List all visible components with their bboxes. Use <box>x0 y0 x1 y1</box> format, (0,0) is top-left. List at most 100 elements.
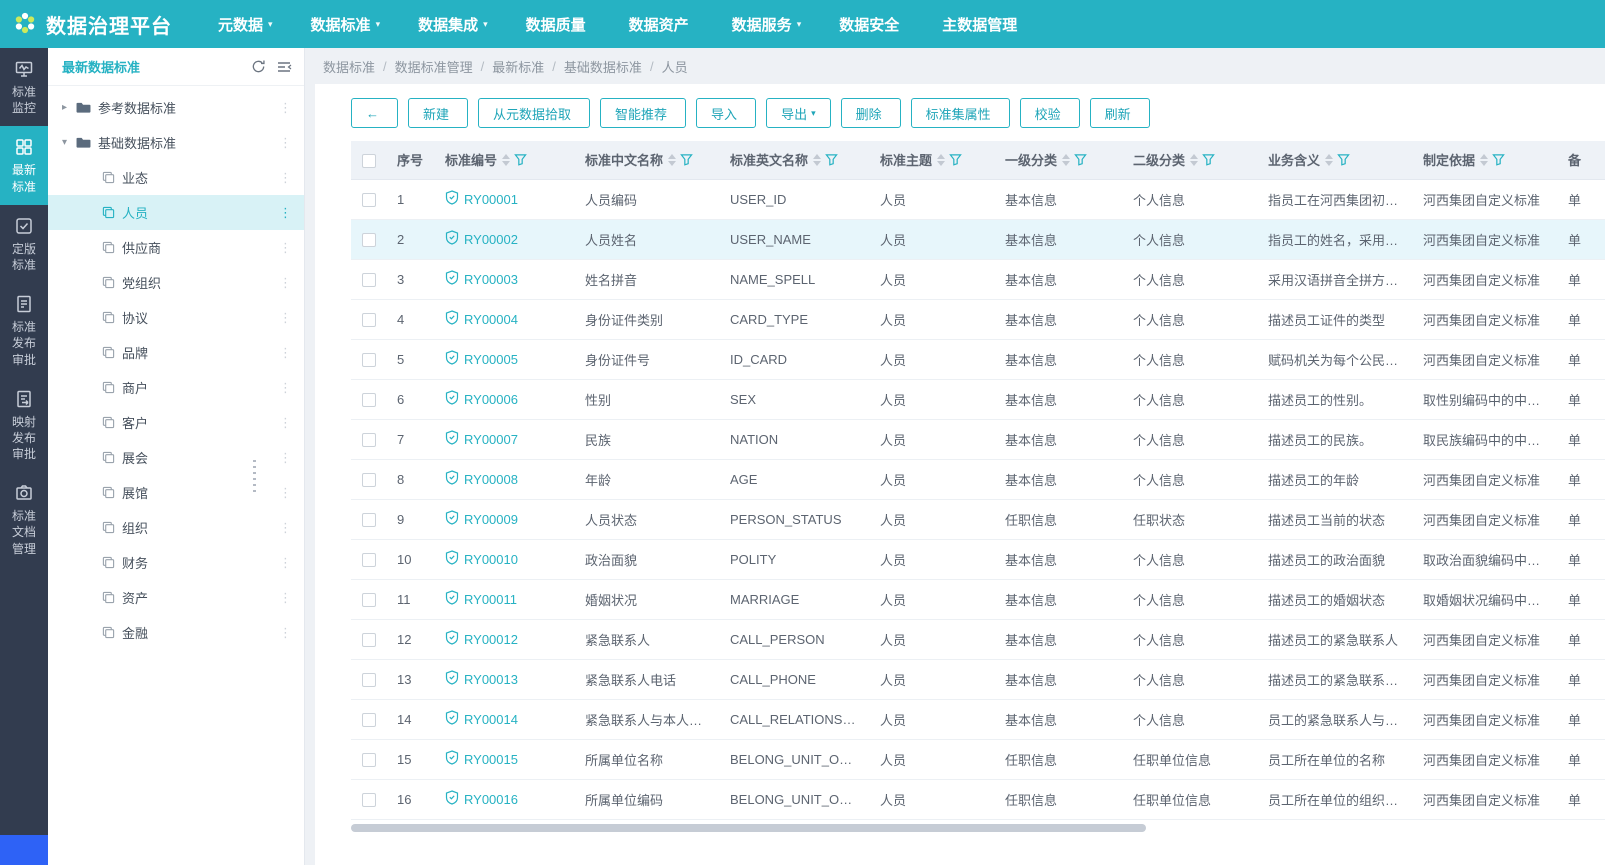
sort-icon[interactable] <box>813 154 821 166</box>
toolbar-button[interactable]: 导入 <box>696 98 756 128</box>
table-row[interactable]: 11 RY00011 <box>351 579 1605 619</box>
select-all-checkbox[interactable] <box>362 154 376 168</box>
row-checkbox[interactable] <box>362 713 376 727</box>
tree-node[interactable]: 财务 ⋮ <box>48 545 304 580</box>
filter-icon[interactable] <box>514 153 527 166</box>
standard-code-link[interactable]: RY00007 <box>464 432 518 447</box>
node-more-icon[interactable]: ⋮ <box>277 275 294 291</box>
tree-node[interactable]: 组织 ⋮ <box>48 510 304 545</box>
nav-menu-item[interactable]: 数据安全 <box>839 14 904 35</box>
rail-item-standard-monitor[interactable]: 标准 监控 <box>0 48 48 126</box>
filter-icon[interactable] <box>825 153 838 166</box>
filter-icon[interactable] <box>1337 153 1350 166</box>
tree-node[interactable]: ▸ 参考数据标准 ⋮ <box>48 90 304 125</box>
row-checkbox[interactable] <box>362 273 376 287</box>
filter-icon[interactable] <box>1492 153 1505 166</box>
breadcrumb-item[interactable]: 数据标准 <box>323 57 375 76</box>
node-more-icon[interactable]: ⋮ <box>277 450 294 466</box>
tree-node[interactable]: 商户 ⋮ <box>48 370 304 405</box>
node-more-icon[interactable]: ⋮ <box>277 310 294 326</box>
table-row[interactable]: 15 RY00015 <box>351 739 1605 779</box>
row-checkbox[interactable] <box>362 513 376 527</box>
horizontal-scrollbar-track[interactable] <box>351 824 1561 832</box>
rail-item-standard-publish-approval[interactable]: 标准 发布 审批 <box>0 283 48 378</box>
row-checkbox[interactable] <box>362 633 376 647</box>
table-row[interactable]: 1 RY00001 <box>351 179 1605 219</box>
nav-menu-item[interactable]: 数据服务 ▾ <box>732 14 802 35</box>
toolbar-button[interactable]: 删除 <box>841 98 901 128</box>
node-more-icon[interactable]: ⋮ <box>277 345 294 361</box>
refresh-icon[interactable] <box>251 59 266 74</box>
toolbar-button[interactable]: 从元数据拾取 <box>478 98 590 128</box>
toolbar-button[interactable]: 标准集属性 <box>911 98 1010 128</box>
sort-icon[interactable] <box>937 154 945 166</box>
node-more-icon[interactable]: ⋮ <box>277 590 294 606</box>
breadcrumb-item[interactable]: 最新标准 <box>492 57 544 76</box>
panel-resize-handle[interactable] <box>250 460 258 494</box>
standard-code-link[interactable]: RY00013 <box>464 672 518 687</box>
filter-icon[interactable] <box>1074 153 1087 166</box>
row-checkbox[interactable] <box>362 793 376 807</box>
node-more-icon[interactable]: ⋮ <box>277 380 294 396</box>
row-checkbox[interactable] <box>362 473 376 487</box>
toolbar-button[interactable]: 刷新 <box>1090 98 1150 128</box>
standard-code-link[interactable]: RY00005 <box>464 352 518 367</box>
row-checkbox[interactable] <box>362 233 376 247</box>
sort-icon[interactable] <box>1062 154 1070 166</box>
node-more-icon[interactable]: ⋮ <box>277 415 294 431</box>
row-checkbox[interactable] <box>362 593 376 607</box>
standard-code-link[interactable]: RY00011 <box>464 592 517 607</box>
toolbar-button[interactable]: 智能推荐 <box>600 98 686 128</box>
table-row[interactable]: 7 RY00007 <box>351 419 1605 459</box>
standard-code-link[interactable]: RY00001 <box>464 192 518 207</box>
table-row[interactable]: 13 RY00013 <box>351 659 1605 699</box>
standard-code-link[interactable]: RY00006 <box>464 392 518 407</box>
tree-caret-icon[interactable]: ▸ <box>62 102 76 113</box>
toolbar-button[interactable]: 导出 ▾ <box>766 98 831 128</box>
nav-menu-item[interactable]: 数据集成 ▾ <box>418 14 488 35</box>
table-row[interactable]: 9 RY00009 <box>351 499 1605 539</box>
node-more-icon[interactable]: ⋮ <box>277 205 294 221</box>
sort-icon[interactable] <box>1190 154 1198 166</box>
node-more-icon[interactable]: ⋮ <box>277 135 294 151</box>
row-checkbox[interactable] <box>362 553 376 567</box>
row-checkbox[interactable] <box>362 313 376 327</box>
table-row[interactable]: 3 RY00003 <box>351 259 1605 299</box>
tree-node[interactable]: ▾ 基础数据标准 ⋮ <box>48 125 304 160</box>
sort-icon[interactable] <box>668 154 676 166</box>
row-checkbox[interactable] <box>362 193 376 207</box>
toolbar-button[interactable]: ← <box>351 98 398 128</box>
nav-menu-item[interactable]: 数据标准 ▾ <box>311 14 381 35</box>
tree-node[interactable]: 客户 ⋮ <box>48 405 304 440</box>
node-more-icon[interactable]: ⋮ <box>277 170 294 186</box>
node-more-icon[interactable]: ⋮ <box>277 625 294 641</box>
table-row[interactable]: 8 RY00008 <box>351 459 1605 499</box>
standard-code-link[interactable]: RY00003 <box>464 272 518 287</box>
rail-item-standard-document-management[interactable]: 标准 文档 管理 <box>0 472 48 567</box>
horizontal-scrollbar-thumb[interactable] <box>351 824 1146 832</box>
standard-code-link[interactable]: RY00016 <box>464 792 518 807</box>
breadcrumb-item[interactable]: 人员 <box>662 57 688 76</box>
breadcrumb-item[interactable]: 数据标准管理 <box>395 57 473 76</box>
filter-icon[interactable] <box>1202 153 1215 166</box>
standard-code-link[interactable]: RY00012 <box>464 632 518 647</box>
tree-node[interactable]: 业态 ⋮ <box>48 160 304 195</box>
nav-menu-item[interactable]: 主数据管理 <box>942 14 1022 35</box>
sort-icon[interactable] <box>1325 154 1333 166</box>
node-more-icon[interactable]: ⋮ <box>277 520 294 536</box>
tree-node[interactable]: 展会 ⋮ <box>48 440 304 475</box>
standard-code-link[interactable]: RY00014 <box>464 712 518 727</box>
tree-node[interactable]: 协议 ⋮ <box>48 300 304 335</box>
tree-node[interactable]: 品牌 ⋮ <box>48 335 304 370</box>
standard-code-link[interactable]: RY00002 <box>464 232 518 247</box>
tree-node[interactable]: 人员 ⋮ <box>48 195 304 230</box>
breadcrumb-item[interactable]: 基础数据标准 <box>564 57 642 76</box>
row-checkbox[interactable] <box>362 753 376 767</box>
table-row[interactable]: 12 RY00012 <box>351 619 1605 659</box>
toolbar-button[interactable]: 新建 <box>408 98 468 128</box>
sort-icon[interactable] <box>1480 154 1488 166</box>
table-row[interactable]: 10 RY00010 <box>351 539 1605 579</box>
filter-icon[interactable] <box>680 153 693 166</box>
table-row[interactable]: 5 RY00005 <box>351 339 1605 379</box>
table-row[interactable]: 16 RY00016 <box>351 779 1605 819</box>
